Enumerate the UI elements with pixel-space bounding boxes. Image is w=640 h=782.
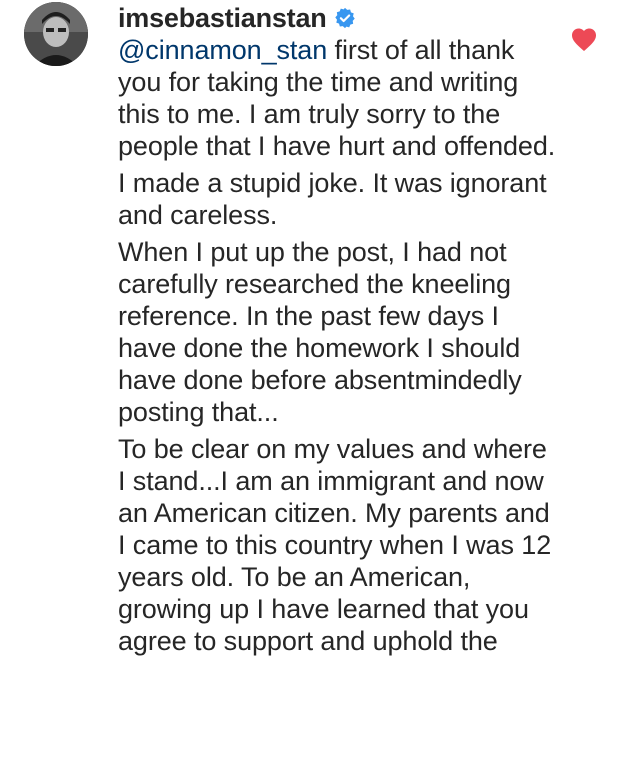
avatar[interactable] (24, 2, 88, 66)
comment-paragraph: @cinnamon_stan first of all thank you fo… (118, 34, 558, 162)
comment-paragraph: To be clear on my values and where I sta… (118, 434, 552, 656)
heart-icon[interactable] (570, 26, 598, 52)
comment-paragraph: When I put up the post, I had not carefu… (118, 237, 522, 427)
comment: imsebastianstan @cinnamon_stan first of … (0, 0, 640, 782)
mention-link[interactable]: @cinnamon_stan (118, 35, 327, 65)
comment-header: imsebastianstan (118, 0, 558, 36)
verified-badge-icon (334, 7, 356, 29)
comment-body: imsebastianstan @cinnamon_stan first of … (118, 0, 558, 662)
comment-paragraph: I made a stupid joke. It was ignorant an… (118, 168, 547, 230)
username-link[interactable]: imsebastianstan (118, 3, 327, 34)
comment-text: @cinnamon_stan first of all thank you fo… (118, 34, 558, 657)
